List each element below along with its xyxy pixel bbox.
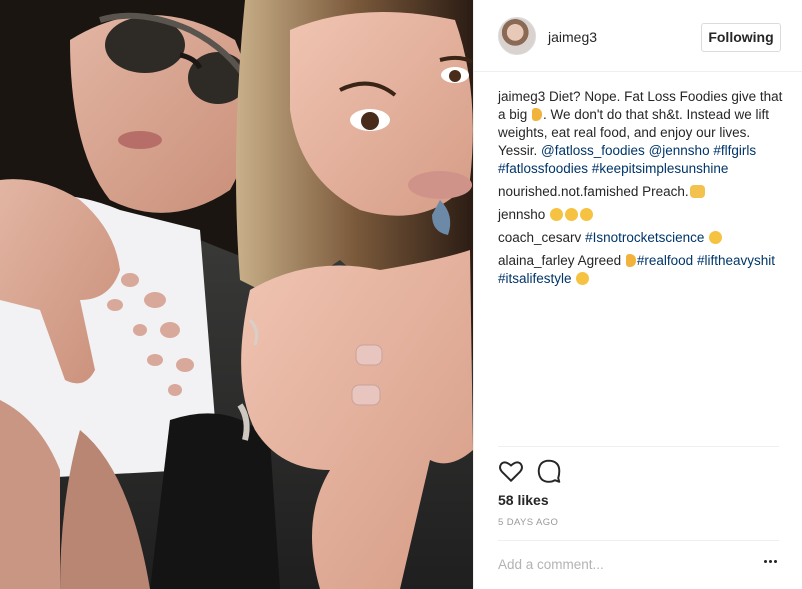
comment-text: Agreed xyxy=(577,253,622,268)
comment-item: coach_cesarv #Isnotrocketscience xyxy=(498,229,788,247)
mention-link[interactable]: @fatloss_foodies xyxy=(541,143,645,158)
kissing-face-emoji-icon xyxy=(565,208,579,221)
hashtag-link[interactable]: #Isnotrocketscience xyxy=(585,230,704,245)
mention-link[interactable]: @jennsho xyxy=(649,143,710,158)
comment-user[interactable]: coach_cesarv xyxy=(498,230,581,245)
hashtag-link[interactable]: #itsalifestyle xyxy=(498,271,572,286)
comment-text: Preach. xyxy=(642,184,689,199)
selfie-image xyxy=(0,0,473,589)
comment-user[interactable]: nourished.not.famished xyxy=(498,184,638,199)
post-photo[interactable] xyxy=(0,0,473,589)
comment-icon[interactable] xyxy=(536,458,562,484)
hashtag-link[interactable]: #liftheavyshit xyxy=(697,253,775,268)
comment-item: nourished.not.famished Preach. xyxy=(498,183,788,201)
caption-user[interactable]: jaimeg3 xyxy=(498,89,545,104)
more-options-icon[interactable] xyxy=(764,557,780,567)
post-panel: jaimeg3 Following jaimeg3 Diet? Nope. Fa… xyxy=(473,0,802,589)
comment-user[interactable]: jennsho xyxy=(498,207,545,222)
kissing-face-emoji-icon xyxy=(550,208,564,221)
divider xyxy=(498,446,779,447)
thumbs-down-emoji-icon xyxy=(532,108,543,121)
following-button[interactable]: Following xyxy=(701,23,781,52)
kissing-face-emoji-icon xyxy=(580,208,594,221)
comment-user[interactable]: alaina_farley xyxy=(498,253,575,268)
comment-item: jennsho xyxy=(498,206,788,224)
comments-list: jaimeg3 Diet? Nope. Fat Loss Foodies giv… xyxy=(498,88,788,293)
caption: jaimeg3 Diet? Nope. Fat Loss Foodies giv… xyxy=(498,88,788,178)
post-header: jaimeg3 Following xyxy=(474,0,802,72)
add-comment-input[interactable] xyxy=(498,555,748,573)
divider xyxy=(498,540,779,541)
avatar[interactable] xyxy=(498,17,536,55)
hashtag-link[interactable]: #realfood xyxy=(637,253,693,268)
likes-count[interactable]: 58 likes xyxy=(498,492,549,508)
thumbs-down-emoji-icon xyxy=(625,254,636,267)
raised-hands-emoji-icon xyxy=(689,185,705,198)
kissing-face-emoji-icon xyxy=(576,272,590,285)
comment-item: alaina_farley Agreed #realfood #liftheav… xyxy=(498,252,788,288)
wink-emoji-icon xyxy=(709,231,723,244)
post-timestamp[interactable]: 5 DAYS AGO xyxy=(498,517,558,528)
username-link[interactable]: jaimeg3 xyxy=(548,29,597,45)
heart-icon[interactable] xyxy=(498,458,524,484)
